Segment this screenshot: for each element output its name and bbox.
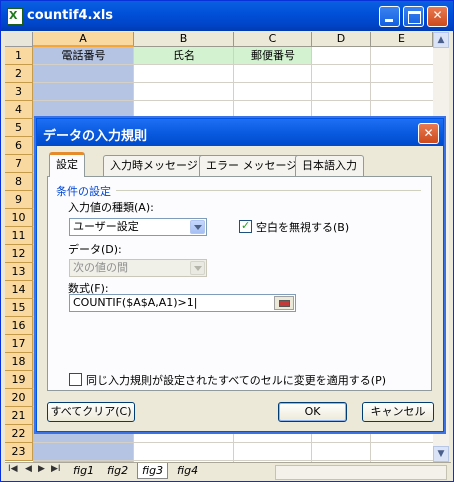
row-header-11[interactable]: 11: [5, 227, 33, 245]
allow-dropdown-value: ユーザー設定: [73, 220, 139, 233]
chevron-down-icon: [190, 261, 205, 275]
next-sheet-icon[interactable]: ▶: [38, 464, 45, 474]
row-header-18[interactable]: 18: [5, 353, 33, 371]
tab-settings[interactable]: 設定: [49, 152, 85, 177]
group-divider: [116, 190, 421, 191]
dialog-titlebar[interactable]: データの入力規則 ✕: [37, 119, 443, 146]
column-header-d[interactable]: D: [312, 32, 371, 47]
chevron-down-icon[interactable]: [190, 220, 205, 234]
cancel-button[interactable]: キャンセル: [362, 402, 434, 422]
apply-all-checkbox[interactable]: [69, 373, 82, 386]
excel-file-icon[interactable]: [7, 8, 23, 25]
row-header-4[interactable]: 4: [5, 101, 33, 119]
cell-c1[interactable]: 郵便番号: [234, 47, 312, 65]
sheet-tab-bar: I◀ ◀ ▶ ▶I fig1 fig2 fig3 fig4: [5, 462, 451, 480]
dialog-title: データの入力規則: [43, 129, 148, 144]
minimize-icon: [385, 19, 393, 22]
collapse-dialog-icon[interactable]: [274, 296, 294, 310]
row-header-5[interactable]: 5: [5, 119, 33, 137]
maximize-button[interactable]: [403, 6, 424, 27]
column-header-c[interactable]: C: [234, 32, 312, 47]
select-all-corner[interactable]: [5, 32, 33, 47]
scroll-down-icon[interactable]: ▼: [433, 446, 449, 462]
close-icon: ✕: [432, 8, 443, 22]
column-header-b[interactable]: B: [134, 32, 234, 47]
row-header-15[interactable]: 15: [5, 299, 33, 317]
column-header-e[interactable]: E: [371, 32, 433, 47]
row-header-17[interactable]: 17: [5, 335, 33, 353]
sheet-tab-fig3[interactable]: fig3: [137, 463, 169, 479]
sheet-tab-fig2[interactable]: fig2: [103, 463, 132, 478]
cell-a1[interactable]: 電話番号: [33, 47, 134, 65]
prev-sheet-icon[interactable]: ◀: [25, 464, 32, 474]
data-label: データ(D):: [68, 243, 122, 256]
row-header-16[interactable]: 16: [5, 317, 33, 335]
row-header-13[interactable]: 13: [5, 263, 33, 281]
row-header-19[interactable]: 19: [5, 371, 33, 389]
row-header-21[interactable]: 21: [5, 407, 33, 425]
row-header-10[interactable]: 10: [5, 209, 33, 227]
data-validation-dialog: データの入力規則 ✕ 設定 入力時メッセージ エラー メッセージ 日本語入力 条…: [36, 118, 444, 432]
apply-all-label[interactable]: 同じ入力規則が設定されたすべてのセルに変更を適用する(P): [86, 372, 386, 388]
row-header-9[interactable]: 9: [5, 191, 33, 209]
window-titlebar[interactable]: countif4.xls ✕: [1, 1, 453, 31]
row-header-7[interactable]: 7: [5, 155, 33, 173]
ignore-blank-checkbox[interactable]: [239, 219, 252, 233]
data-dropdown: 次の値の間: [69, 259, 207, 277]
row-header-23[interactable]: 23: [5, 443, 33, 461]
maximize-icon: [408, 11, 421, 24]
ignore-blank-label[interactable]: 空白を無視する(B): [256, 219, 349, 235]
row-header-1[interactable]: 1: [5, 47, 33, 65]
first-sheet-icon[interactable]: I◀: [8, 464, 18, 474]
formula-input-value: COUNTIF($A$A,A1)>1|: [73, 296, 198, 309]
window-title: countif4.xls: [27, 8, 114, 23]
row-header-2[interactable]: 2: [5, 65, 33, 83]
row-header-3[interactable]: 3: [5, 83, 33, 101]
row-header-12[interactable]: 12: [5, 245, 33, 263]
tab-ime-mode[interactable]: 日本語入力: [295, 155, 364, 176]
row-header-22[interactable]: 22: [5, 425, 33, 443]
allow-dropdown[interactable]: ユーザー設定: [69, 218, 207, 236]
close-button[interactable]: ✕: [427, 6, 448, 27]
row-header-14[interactable]: 14: [5, 281, 33, 299]
last-sheet-icon[interactable]: ▶I: [51, 464, 61, 474]
data-dropdown-value: 次の値の間: [73, 261, 128, 274]
column-header-a[interactable]: A: [33, 32, 134, 47]
tab-error-message[interactable]: エラー メッセージ: [199, 155, 305, 176]
clear-all-button[interactable]: すべてクリア(C): [47, 402, 135, 422]
ok-button[interactable]: OK: [278, 402, 347, 422]
row-header-20[interactable]: 20: [5, 389, 33, 407]
row-header-6[interactable]: 6: [5, 137, 33, 155]
settings-panel: 条件の設定 入力値の種類(A): ユーザー設定 空白を無視する(B) データ(D…: [47, 176, 432, 391]
allow-label: 入力値の種類(A):: [68, 201, 154, 214]
row-header-8[interactable]: 8: [5, 173, 33, 191]
sheet-tab-fig4[interactable]: fig4: [173, 463, 202, 478]
tab-input-message[interactable]: 入力時メッセージ: [103, 155, 205, 176]
minimize-button[interactable]: [379, 6, 400, 27]
formula-input[interactable]: COUNTIF($A$A,A1)>1|: [69, 294, 296, 312]
criteria-group-label: 条件の設定: [56, 185, 111, 198]
dialog-close-icon[interactable]: ✕: [418, 123, 439, 144]
horizontal-scrollbar[interactable]: [275, 465, 447, 480]
cell-b1[interactable]: 氏名: [134, 47, 234, 65]
sheet-tab-fig1[interactable]: fig1: [69, 463, 98, 478]
scroll-up-icon[interactable]: ▲: [433, 32, 449, 48]
